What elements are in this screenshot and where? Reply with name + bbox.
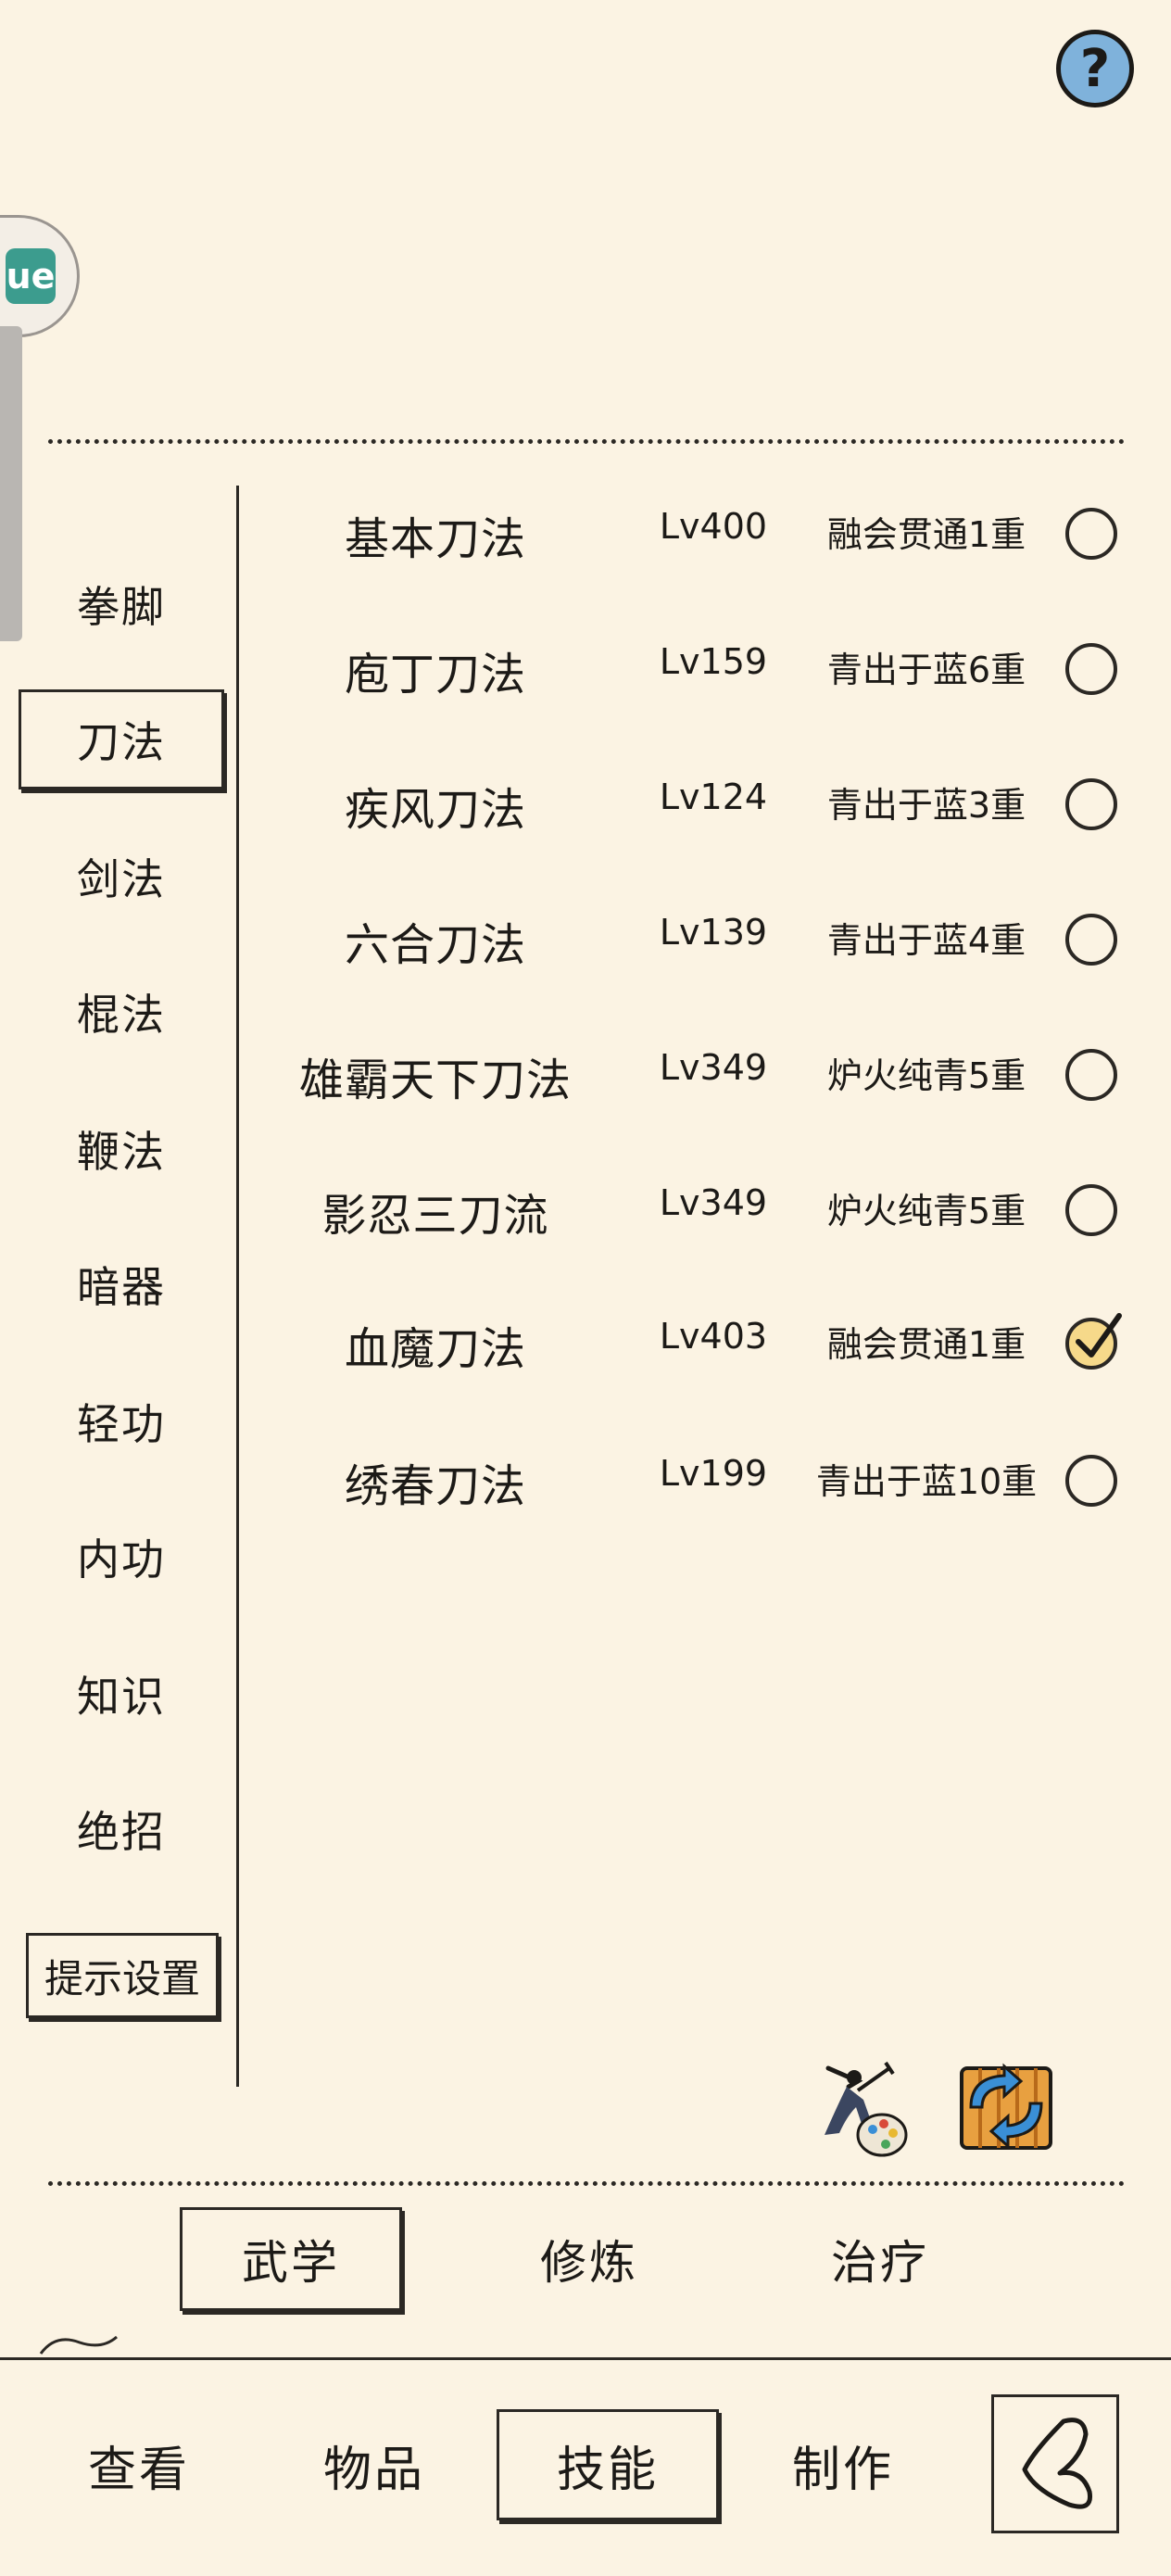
skill-level: Lv403 [659, 1316, 768, 1357]
category-neigong[interactable]: 内功 [19, 1507, 224, 1607]
tab-jineng[interactable]: 技能 [497, 2409, 719, 2520]
tabs-divider [48, 2181, 1125, 2186]
category-label: 轻功 [77, 1399, 166, 1449]
skill-row[interactable]: 六合刀法 Lv139 青出于蓝4重 [250, 884, 1140, 995]
category-label: 内功 [77, 1534, 166, 1585]
skill-stage: 青出于蓝3重 [826, 785, 1026, 826]
skill-name: 绣春刀法 [344, 1460, 526, 1512]
tab-label: 武学 [242, 2236, 340, 2290]
category-label: 棍法 [77, 990, 166, 1040]
tab-zhizuo[interactable]: 制作 [741, 2409, 945, 2520]
skill-select-radio[interactable] [1065, 643, 1117, 695]
skill-stage: 融会贯通1重 [826, 514, 1026, 555]
skill-row[interactable]: 绣春刀法 Lv199 青出于蓝10重 [250, 1425, 1140, 1536]
category-quanjiao[interactable]: 拳脚 [19, 554, 224, 654]
skill-level: Lv159 [659, 641, 768, 682]
category-anqi[interactable]: 暗器 [19, 1234, 224, 1334]
category-zhishi[interactable]: 知识 [19, 1644, 224, 1744]
skill-level: Lv139 [659, 912, 768, 953]
skill-level: Lv400 [659, 506, 768, 547]
skill-name: 血魔刀法 [344, 1323, 526, 1375]
skill-name: 六合刀法 [344, 919, 526, 971]
category-label: 知识 [77, 1672, 166, 1722]
tab-wuxue[interactable]: 武学 [180, 2207, 402, 2311]
skill-name: 基本刀法 [344, 513, 526, 565]
skill-stage: 炉火纯青5重 [826, 1191, 1026, 1231]
help-button[interactable]: ? [1056, 30, 1134, 107]
skill-row[interactable]: 影忍三刀流 Lv349 炉火纯青5重 [250, 1155, 1140, 1266]
tab-wupin[interactable]: 物品 [272, 2409, 476, 2520]
tab-label: 制作 [791, 2442, 894, 2498]
martial-artist-palette-icon[interactable] [800, 2050, 912, 2161]
category-qinggong[interactable]: 轻功 [19, 1371, 224, 1471]
tab-chakan[interactable]: 查看 [37, 2409, 241, 2520]
help-icon: ? [1079, 38, 1111, 99]
category-label: 鞭法 [77, 1127, 166, 1177]
tab-xiulian[interactable]: 修炼 [478, 2207, 700, 2311]
category-label: 剑法 [77, 854, 166, 904]
skill-select-radio[interactable] [1065, 914, 1117, 966]
skill-select-radio[interactable] [1065, 508, 1117, 560]
tab-label: 查看 [87, 2442, 190, 2498]
back-arrow-icon [1022, 2418, 1093, 2509]
skill-row[interactable]: 雄霸天下刀法 Lv349 炉火纯青5重 [250, 1019, 1140, 1130]
category-label: 绝招 [77, 1807, 166, 1857]
skill-select-radio[interactable] [1065, 1184, 1117, 1236]
skill-select-radio[interactable] [1065, 1455, 1117, 1507]
skill-level: Lv199 [659, 1453, 768, 1494]
category-jianfa[interactable]: 剑法 [19, 827, 224, 927]
skill-stage: 青出于蓝6重 [826, 650, 1026, 690]
skill-stage: 炉火纯青5重 [826, 1055, 1026, 1096]
category-gunfa[interactable]: 棍法 [19, 962, 224, 1062]
skill-row[interactable]: 疾风刀法 Lv124 青出于蓝3重 [250, 749, 1140, 860]
top-divider [48, 439, 1125, 444]
skill-select-radio-checked[interactable] [1065, 1313, 1122, 1370]
skill-select-radio[interactable] [1065, 1049, 1117, 1101]
checkmark-icon [1076, 1313, 1122, 1357]
category-juezhao[interactable]: 绝招 [19, 1779, 224, 1879]
skill-level: Lv349 [659, 1182, 768, 1223]
category-daofa[interactable]: 刀法 [19, 689, 224, 789]
bottom-divider [0, 2357, 1171, 2360]
skill-name: 影忍三刀流 [321, 1190, 549, 1242]
tab-label: 治疗 [831, 2236, 929, 2290]
skill-level: Lv124 [659, 777, 768, 817]
skill-select-radio[interactable] [1065, 778, 1117, 830]
sidebar-divider [236, 486, 239, 2087]
category-label: 刀法 [77, 717, 166, 767]
assistant-logo-icon[interactable]: ue [6, 248, 56, 304]
tab-label: 技能 [556, 2442, 659, 2498]
tab-zhiliao[interactable]: 治疗 [769, 2207, 991, 2311]
skill-name: 雄霸天下刀法 [298, 1054, 572, 1106]
skill-name: 疾风刀法 [344, 784, 526, 836]
category-label: 拳脚 [77, 582, 166, 632]
hint-settings-button[interactable]: 提示设置 [26, 1933, 219, 2018]
skill-stage: 青出于蓝4重 [826, 920, 1026, 961]
swap-scroll-icon[interactable] [949, 2050, 1064, 2161]
skill-row[interactable]: 基本刀法 Lv400 融会贯通1重 [250, 478, 1140, 589]
tab-label: 修炼 [540, 2236, 638, 2290]
skill-name: 庖丁刀法 [344, 649, 526, 701]
category-label: 暗器 [77, 1262, 166, 1312]
skill-row[interactable]: 庖丁刀法 Lv159 青出于蓝6重 [250, 613, 1140, 725]
back-button[interactable] [991, 2394, 1119, 2533]
skill-stage: 融会贯通1重 [826, 1324, 1026, 1365]
skill-row[interactable]: 血魔刀法 Lv403 融会贯通1重 [250, 1288, 1140, 1399]
tab-label: 物品 [322, 2442, 425, 2498]
category-bianfa[interactable]: 鞭法 [19, 1099, 224, 1199]
skill-stage: 青出于蓝10重 [815, 1461, 1038, 1502]
skill-level: Lv349 [659, 1047, 768, 1088]
